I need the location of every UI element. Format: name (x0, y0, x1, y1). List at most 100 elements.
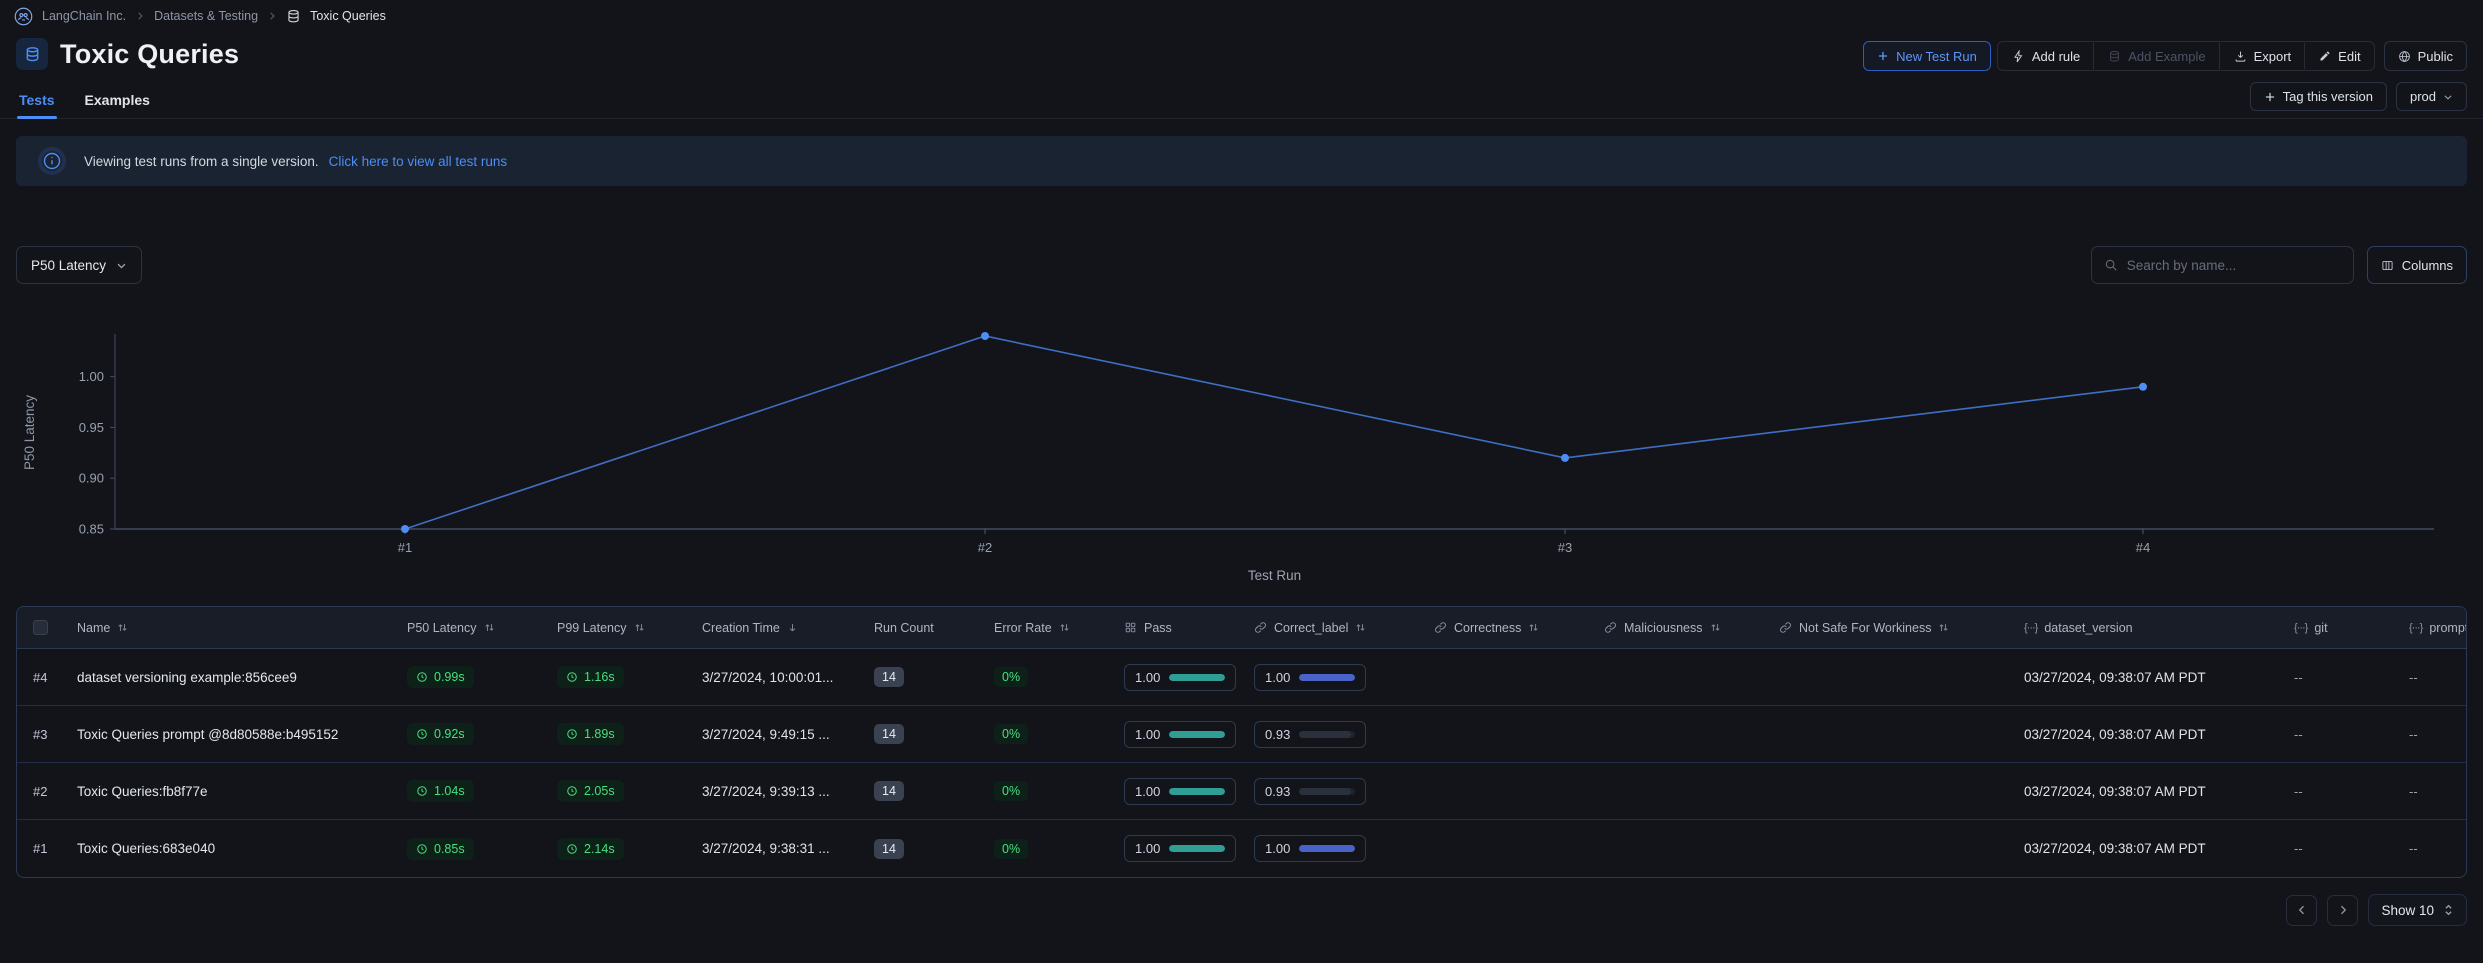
creation-time: 3/27/2024, 10:00:01... (702, 670, 833, 685)
clock-icon (416, 843, 428, 855)
sort-icon[interactable] (634, 622, 645, 633)
columns-button[interactable]: Columns (2367, 246, 2467, 284)
clock-icon (566, 728, 578, 740)
table-header-row: NameP50 LatencyP99 LatencyCreation Time R… (17, 607, 2467, 649)
table-row[interactable]: #3Toxic Queries prompt @8d80588e:b495152… (17, 706, 2467, 763)
p99-latency-badge: 2.14s (557, 838, 624, 860)
dataset-version: 03/27/2024, 09:38:07 AM PDT (2024, 841, 2206, 856)
dataset-database-icon (16, 38, 48, 70)
run-name[interactable]: Toxic Queries prompt @8d80588e:b495152 (77, 727, 338, 742)
tab-tests[interactable]: Tests (17, 84, 57, 118)
breadcrumb-section[interactable]: Datasets & Testing (154, 9, 258, 23)
table-row[interactable]: #2Toxic Queries:fb8f77e1.04s2.05s3/27/20… (17, 763, 2467, 820)
pencil-icon (2319, 50, 2331, 62)
tab-bar: Tests Examples (0, 84, 2483, 119)
sort-icon[interactable] (484, 622, 495, 633)
select-all-checkbox[interactable] (33, 620, 48, 635)
run-name[interactable]: Toxic Queries:683e040 (77, 841, 215, 856)
run-number: #1 (33, 841, 47, 856)
column-header-p99-latency: P99 Latency (555, 621, 700, 635)
column-label: Maliciousness (1624, 621, 1703, 635)
dataset-version: 03/27/2024, 09:38:07 AM PDT (2024, 784, 2206, 799)
prompt-value: -- (2409, 784, 2418, 799)
column-header-run-count: Run Count (872, 621, 992, 635)
svg-text:#4: #4 (2136, 540, 2150, 555)
dataset-actions-group: Add rule Add Example Export Edit (1997, 41, 2375, 71)
tag-this-version-button[interactable]: Tag this version (2250, 82, 2387, 111)
table-row[interactable]: #4dataset versioning example:856cee90.99… (17, 649, 2467, 706)
git-value: -- (2294, 784, 2303, 799)
column-header-error-rate: Error Rate (992, 621, 1122, 635)
link-icon (1779, 621, 1792, 634)
table-row[interactable]: #1Toxic Queries:683e0400.85s2.14s3/27/20… (17, 820, 2467, 877)
view-all-test-runs-link[interactable]: Click here to view all test runs (329, 154, 508, 169)
breadcrumb-org[interactable]: LangChain Inc. (42, 9, 126, 23)
plus-icon (2264, 91, 2276, 103)
column-header-correctness: Correctness (1432, 621, 1602, 635)
column-header-correct-label: Correct_label (1252, 621, 1432, 635)
version-select[interactable]: prod (2396, 82, 2467, 111)
run-count-badge: 14 (874, 724, 904, 744)
breadcrumb: LangChain Inc. Datasets & Testing Toxic … (0, 0, 2483, 32)
plus-icon (1877, 50, 1889, 62)
search-input-wrapper (2091, 246, 2354, 284)
add-example-button[interactable]: Add Example (2094, 42, 2219, 70)
p50-latency-badge: 0.92s (407, 723, 474, 745)
version-info-banner: Viewing test runs from a single version.… (16, 136, 2467, 186)
prev-page-button[interactable] (2286, 895, 2317, 926)
run-number: #2 (33, 784, 47, 799)
link-icon (1254, 621, 1267, 634)
dataset-version: 03/27/2024, 09:38:07 AM PDT (2024, 670, 2206, 685)
sort-icon[interactable] (117, 622, 128, 633)
column-header-name: Name (75, 621, 405, 635)
pass-score: 1.00 (1124, 664, 1236, 691)
p99-latency-badge: 2.05s (557, 780, 624, 802)
new-test-run-button[interactable]: New Test Run (1863, 41, 1991, 71)
sort-icon[interactable] (1710, 622, 1721, 633)
sort-icon[interactable] (1355, 622, 1366, 633)
run-count-badge: 14 (874, 781, 904, 801)
add-rule-button[interactable]: Add rule (1998, 42, 2094, 70)
metric-select[interactable]: P50 Latency (16, 246, 142, 284)
column-label: Run Count (874, 621, 934, 635)
braces-icon: {···} (2024, 622, 2037, 634)
search-input[interactable] (2127, 258, 2341, 273)
braces-icon: {···} (2294, 622, 2307, 634)
column-label: Correctness (1454, 621, 1521, 635)
tab-examples[interactable]: Examples (83, 84, 152, 118)
next-page-button[interactable] (2327, 895, 2358, 926)
column-label: Error Rate (994, 621, 1052, 635)
column-header-prompt: {···}prompt (2407, 621, 2467, 635)
svg-text:0.90: 0.90 (79, 471, 104, 486)
clock-icon (566, 671, 578, 683)
search-icon (2104, 258, 2118, 272)
edit-button[interactable]: Edit (2305, 42, 2373, 70)
org-avatar-icon[interactable] (14, 7, 33, 26)
column-label: prompt (2429, 621, 2467, 635)
sort-icon[interactable] (1938, 622, 1949, 633)
correct-label-score: 1.00 (1254, 835, 1366, 862)
lightning-icon (2012, 50, 2025, 63)
export-button[interactable]: Export (2220, 42, 2306, 70)
column-label: Creation Time (702, 621, 780, 635)
sort-desc-icon[interactable] (787, 622, 798, 633)
prompt-value: -- (2409, 841, 2418, 856)
page-size-select[interactable]: Show 10 (2368, 894, 2467, 926)
prompt-value: -- (2409, 727, 2418, 742)
column-header-not-safe-for-workiness: Not Safe For Workiness (1777, 621, 2022, 635)
creation-time: 3/27/2024, 9:38:31 ... (702, 841, 830, 856)
column-header-p50-latency: P50 Latency (405, 621, 555, 635)
correct-label-score: 0.93 (1254, 778, 1366, 805)
svg-text:P50 Latency: P50 Latency (22, 395, 37, 470)
git-value: -- (2294, 841, 2303, 856)
run-name[interactable]: Toxic Queries:fb8f77e (77, 784, 208, 799)
run-count-badge: 14 (874, 667, 904, 687)
column-label: Not Safe For Workiness (1799, 621, 1931, 635)
public-button[interactable]: Public (2384, 41, 2467, 71)
sort-icon[interactable] (1528, 622, 1539, 633)
sort-icon[interactable] (1059, 622, 1070, 633)
pagination: Show 10 (2286, 894, 2467, 926)
error-rate-badge: 0% (994, 667, 1028, 687)
dataset-version: 03/27/2024, 09:38:07 AM PDT (2024, 727, 2206, 742)
run-name[interactable]: dataset versioning example:856cee9 (77, 670, 297, 685)
